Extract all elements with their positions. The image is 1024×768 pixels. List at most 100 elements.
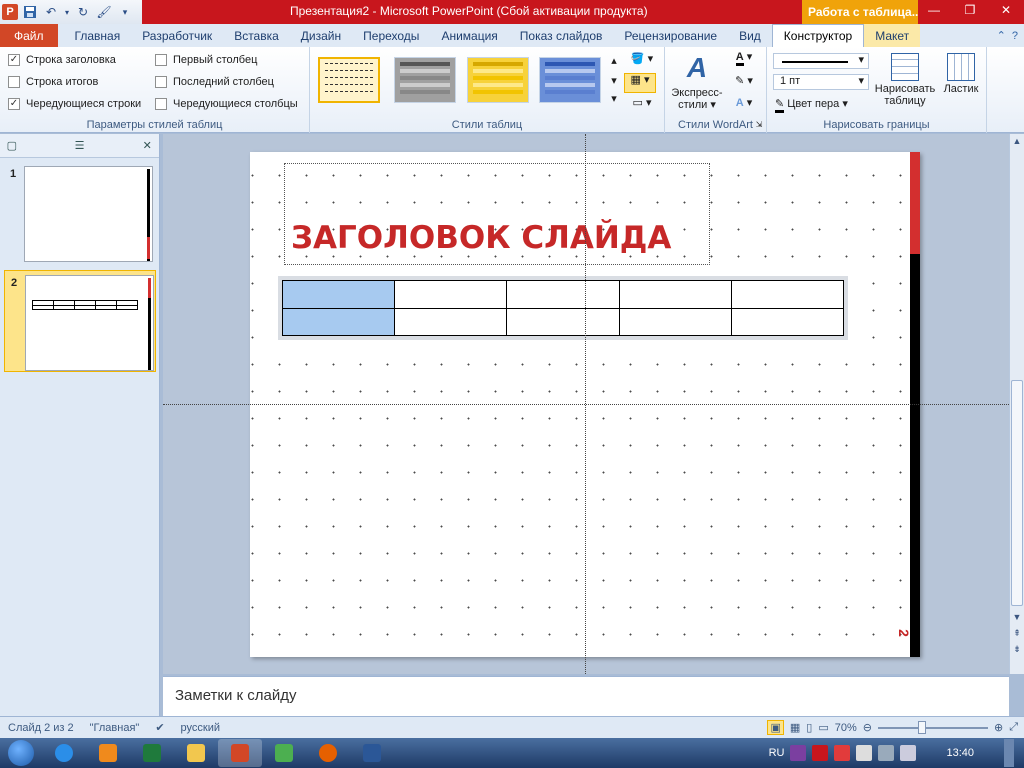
- powerpoint-logo-icon[interactable]: P: [2, 4, 18, 20]
- undo-dropdown-icon[interactable]: ▾: [63, 3, 71, 21]
- scroll-down-icon[interactable]: ▼: [1010, 612, 1024, 622]
- slide-sorter-icon[interactable]: ▦: [790, 721, 800, 734]
- scroll-up-icon[interactable]: ▲: [1010, 136, 1024, 146]
- shading-button[interactable]: 🪣 ▾: [626, 53, 658, 65]
- onenote-icon[interactable]: [790, 745, 807, 761]
- taskbar-firefox[interactable]: [306, 739, 350, 767]
- zoom-slider[interactable]: [877, 720, 988, 734]
- volume-icon[interactable]: [900, 745, 917, 761]
- vertical-scrollbar[interactable]: ▲ ▼ ⇞ ⇟: [1009, 134, 1024, 674]
- minimize-icon[interactable]: —: [916, 0, 952, 20]
- pen-style-dropdown[interactable]: ▾: [773, 53, 869, 69]
- text-fill-button[interactable]: A ▾: [727, 51, 761, 66]
- zoom-out-icon[interactable]: ⊖: [863, 721, 872, 734]
- spellcheck-icon[interactable]: ✔: [147, 721, 172, 734]
- table-cell[interactable]: [394, 307, 508, 336]
- borders-button[interactable]: ▦ ▾: [624, 73, 656, 93]
- effects-button[interactable]: ▭ ▾: [626, 97, 658, 109]
- close-icon[interactable]: ✕: [988, 0, 1024, 20]
- taskbar-excel[interactable]: [130, 739, 174, 767]
- redo-icon[interactable]: ↻: [74, 3, 92, 21]
- customize-qat-icon[interactable]: ▾: [116, 3, 134, 21]
- taskbar-media-player[interactable]: [86, 739, 130, 767]
- table-style-blue[interactable]: [539, 57, 601, 103]
- collapse-ribbon-icon[interactable]: ⌃: [997, 29, 1006, 42]
- slides-tab-icon[interactable]: ▢: [0, 139, 24, 152]
- pen-color-button[interactable]: ✎ Цвет пера ▾: [775, 98, 867, 113]
- save-icon[interactable]: [21, 3, 39, 21]
- start-button[interactable]: [0, 738, 42, 768]
- help-icon[interactable]: ?: [1012, 30, 1018, 42]
- total-row-checkbox[interactable]: Строка итогов: [8, 76, 98, 88]
- table-cell[interactable]: [506, 280, 620, 309]
- text-outline-button[interactable]: ✎ ▾: [727, 75, 761, 87]
- header-row-checkbox[interactable]: ✓ Строка заголовка: [8, 54, 116, 66]
- title-placeholder[interactable]: ЗАГОЛОВОК СЛАЙДА: [284, 163, 710, 265]
- slide-thumbnail-1[interactable]: 1: [4, 162, 156, 264]
- fit-to-window-icon[interactable]: ⤢: [1009, 721, 1018, 734]
- banded-columns-checkbox[interactable]: Чередующиеся столбцы: [155, 98, 298, 110]
- tab-insert[interactable]: Вставка: [223, 24, 290, 47]
- tab-animations[interactable]: Анимация: [430, 24, 508, 47]
- reading-view-icon[interactable]: ▯: [806, 721, 812, 734]
- taskbar-ie[interactable]: [42, 739, 86, 767]
- taskbar-powerpoint[interactable]: [218, 739, 262, 767]
- clock[interactable]: 13:40: [946, 747, 974, 759]
- taskbar-app[interactable]: [262, 739, 306, 767]
- table-cell[interactable]: [394, 280, 508, 309]
- language-indicator[interactable]: русский: [173, 722, 228, 734]
- tab-slideshow[interactable]: Показ слайдов: [509, 24, 614, 47]
- restore-icon[interactable]: ❐: [952, 0, 988, 20]
- table-style-plain[interactable]: [318, 57, 380, 103]
- gallery-scroll-up-icon[interactable]: ▴: [608, 55, 620, 67]
- table-cell[interactable]: [730, 280, 845, 309]
- next-slide-icon[interactable]: ⇟: [1010, 644, 1024, 655]
- notes-pane[interactable]: Заметки к слайду: [163, 676, 1009, 716]
- table-cell[interactable]: [730, 307, 845, 336]
- tab-table-design[interactable]: Конструктор: [771, 24, 865, 47]
- tab-file[interactable]: Файл: [0, 24, 58, 47]
- tab-transitions[interactable]: Переходы: [352, 24, 430, 47]
- gallery-scroll-down-icon[interactable]: ▾: [608, 75, 620, 87]
- undo-icon[interactable]: ↶: [42, 3, 60, 21]
- table-cell[interactable]: [618, 307, 732, 336]
- banded-rows-checkbox[interactable]: ✓ Чередующиеся строки: [8, 98, 141, 110]
- antivirus-icon[interactable]: [812, 745, 829, 761]
- taskbar-explorer[interactable]: [174, 739, 218, 767]
- tab-view[interactable]: Вид: [728, 24, 772, 47]
- pen-weight-dropdown[interactable]: 1 пт ▾: [773, 74, 869, 90]
- tab-developer[interactable]: Разработчик: [131, 24, 223, 47]
- network-icon[interactable]: [878, 745, 895, 761]
- language-tray[interactable]: RU: [769, 747, 785, 759]
- close-panel-icon[interactable]: ✕: [135, 139, 159, 152]
- taskbar-word[interactable]: [350, 739, 394, 767]
- slide-title[interactable]: ЗАГОЛОВОК СЛАЙДА: [291, 220, 671, 256]
- slide-thumbnail-2[interactable]: 2: [4, 270, 156, 372]
- show-desktop-icon[interactable]: [1004, 739, 1014, 767]
- outline-tab-icon[interactable]: ☰: [68, 139, 92, 152]
- slide-table[interactable]: [278, 276, 848, 340]
- table-cell[interactable]: [618, 280, 732, 309]
- first-column-checkbox[interactable]: Первый столбец: [155, 54, 257, 66]
- format-painter-icon[interactable]: 🖌: [95, 3, 113, 21]
- table-style-gray[interactable]: [394, 57, 456, 103]
- tab-design[interactable]: Дизайн: [290, 24, 352, 47]
- security-icon[interactable]: [834, 745, 851, 761]
- table-cell[interactable]: [506, 307, 620, 336]
- dialog-launcher-icon[interactable]: ⇲: [754, 119, 764, 131]
- eraser-button[interactable]: Ластик: [939, 53, 983, 95]
- text-effects-button[interactable]: A ▾: [727, 97, 761, 109]
- table-cell-selected[interactable]: [281, 307, 396, 336]
- express-styles-button[interactable]: A Экспресс- стили ▾: [667, 51, 727, 111]
- horizontal-guide[interactable]: [163, 404, 1009, 405]
- zoom-level[interactable]: 70%: [835, 722, 857, 734]
- slideshow-icon[interactable]: ▭: [818, 721, 828, 734]
- last-column-checkbox[interactable]: Последний столбец: [155, 76, 274, 88]
- table-style-yellow[interactable]: [467, 57, 529, 103]
- normal-view-icon[interactable]: ▣: [767, 720, 784, 735]
- tab-home[interactable]: Главная: [64, 24, 132, 47]
- zoom-slider-knob[interactable]: [917, 720, 926, 734]
- table-cell-selected[interactable]: [281, 280, 396, 309]
- flag-icon[interactable]: [856, 745, 873, 761]
- draw-table-button[interactable]: Нарисовать таблицу: [871, 53, 939, 107]
